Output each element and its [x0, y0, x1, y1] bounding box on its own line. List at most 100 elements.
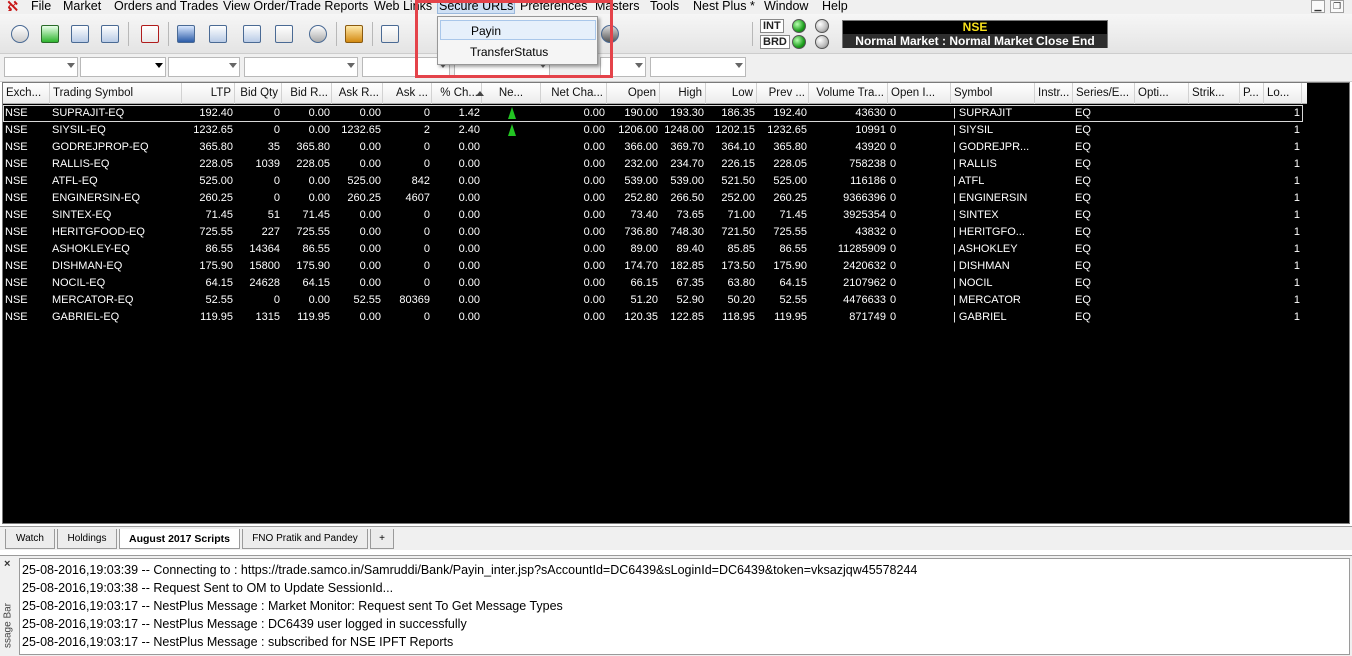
toolbar-notes-icon[interactable] — [342, 22, 366, 46]
column-header[interactable]: Ne... — [482, 83, 541, 104]
table-cell — [1240, 241, 1264, 258]
menu-nest-plus[interactable]: Nest Plus * — [692, 0, 756, 14]
column-header[interactable]: Exch... — [3, 83, 50, 104]
close-icon[interactable]: × — [4, 559, 10, 570]
table-row[interactable]: NSE ASHOKLEY-EQ 86.55 14364 86.55 0.00 0 0.00 0.… — [3, 241, 1303, 258]
menu-preferences[interactable]: Preferences — [519, 0, 588, 14]
toolbar-book-icon[interactable] — [174, 22, 198, 46]
column-header[interactable]: Prev ... — [757, 83, 809, 104]
menu-orders-and-trades[interactable]: Orders and Trades — [113, 0, 219, 14]
table-cell — [1035, 105, 1073, 122]
column-header[interactable]: Open — [607, 83, 660, 104]
column-header[interactable]: Low — [706, 83, 757, 104]
menu-help[interactable]: Help — [821, 0, 849, 14]
toolbar-list-icon[interactable] — [240, 22, 264, 46]
table-cell — [1240, 105, 1264, 122]
table-row[interactable]: NSE SUPRAJIT-EQ 192.40 0 0.00 0.00 0 1.42 0.00 19… — [3, 105, 1303, 122]
table-row[interactable]: NSE MERCATOR-EQ 52.55 0 0.00 52.55 80369 0.00 0.… — [3, 292, 1303, 309]
minimize-button[interactable]: ▁ — [1311, 0, 1325, 13]
menu-file[interactable]: File — [30, 0, 52, 14]
table-row[interactable]: NSE SINTEX-EQ 71.45 51 71.45 0.00 0 0.00 0.00 73.… — [3, 207, 1303, 224]
table-row[interactable]: NSE GABRIEL-EQ 119.95 1315 119.95 0.00 0 0.00 0.… — [3, 309, 1303, 326]
sort-up-icon — [476, 91, 484, 96]
toolbar-user-icon[interactable] — [598, 22, 622, 46]
table-cell: 0.00 — [583, 243, 605, 255]
strike-filter-combo[interactable] — [600, 57, 646, 77]
table-cell: 0 — [890, 158, 897, 170]
table-row[interactable]: NSE NOCIL-EQ 64.15 24628 64.15 0.00 0 0.00 0.00 6… — [3, 275, 1303, 292]
toolbar-report-icon[interactable] — [378, 22, 402, 46]
table-row[interactable]: NSE SIYSIL-EQ 1232.65 0 0.00 1232.65 2 2.40 0.00… — [3, 122, 1303, 139]
column-header[interactable]: LTP — [182, 83, 235, 104]
instrument-filter-combo[interactable] — [80, 57, 166, 77]
column-header[interactable]: P... — [1240, 83, 1264, 104]
column-header[interactable]: Instr... — [1035, 83, 1073, 104]
menu-web-links[interactable]: Web Links — [373, 0, 433, 14]
column-header[interactable]: Series/E... — [1073, 83, 1135, 104]
table-cell — [1189, 275, 1240, 292]
market-filter-combo[interactable] — [650, 57, 746, 77]
column-header[interactable]: Ask ... — [383, 83, 432, 104]
table-cell: 0.00 — [583, 277, 605, 289]
menu-market[interactable]: Market — [62, 0, 102, 14]
column-header[interactable]: Net Cha... — [541, 83, 607, 104]
tab-watch[interactable]: Watch — [5, 529, 55, 549]
menu-masters[interactable]: Masters — [594, 0, 640, 14]
table-row[interactable]: NSE DISHMAN-EQ 175.90 15800 175.90 0.00 0 0.00 0… — [3, 258, 1303, 275]
toolbar-add-icon[interactable] — [38, 22, 62, 46]
column-header[interactable]: Symbol — [951, 83, 1035, 104]
toolbar-check-icon[interactable] — [138, 22, 162, 46]
column-header[interactable]: Opti... — [1135, 83, 1189, 104]
table-cell: 71.45 — [205, 209, 233, 221]
series-filter-combo[interactable] — [244, 57, 358, 77]
table-cell — [1189, 105, 1240, 122]
table-row[interactable]: NSE ENGINERSIN-EQ 260.25 0 0.00 260.25 4607 0.0… — [3, 190, 1303, 207]
toolbar-window-icon[interactable] — [98, 22, 122, 46]
column-header[interactable]: Bid Qty — [235, 83, 282, 104]
table-cell: 0.00 — [458, 260, 480, 272]
column-header[interactable]: Bid R... — [282, 83, 332, 104]
menu-tools[interactable]: Tools — [649, 0, 680, 14]
table-row[interactable]: NSE HERITGFOOD-EQ 725.55 227 725.55 0.00 0 0.00… — [3, 224, 1303, 241]
column-header[interactable]: Ask R... — [332, 83, 383, 104]
toolbar-settings-icon[interactable] — [306, 22, 330, 46]
market-watch-grid[interactable]: Exch... Trading Symbol LTP Bid Qty Bid R... A… — [2, 82, 1350, 524]
table-cell: 0 — [890, 175, 897, 187]
toolbar-window-add-icon[interactable] — [68, 22, 92, 46]
column-header[interactable]: Volume Tra... — [809, 83, 888, 104]
menu-item-transferstatus[interactable]: TransferStatus — [440, 42, 596, 62]
table-row[interactable]: NSE ATFL-EQ 525.00 0 0.00 525.00 842 0.00 0.00 53… — [3, 173, 1303, 190]
restore-button[interactable]: ❐ — [1330, 0, 1344, 13]
table-row[interactable]: NSE GODREJPROP-EQ 365.80 35 365.80 0.00 0 0.00 0… — [3, 139, 1303, 156]
symbol-filter-combo[interactable] — [168, 57, 240, 77]
column-header[interactable]: High — [660, 83, 706, 104]
toolbar-chart-icon[interactable] — [272, 22, 296, 46]
toolbar-grid-icon[interactable] — [206, 22, 230, 46]
column-header[interactable]: Lo... — [1264, 83, 1302, 104]
toolbar-link-icon[interactable] — [8, 22, 32, 46]
table-cell — [1240, 173, 1264, 190]
tab-fno-pratik-and-pandey[interactable]: FNO Pratik and Pandey — [242, 529, 368, 549]
column-header[interactable]: Open I... — [888, 83, 951, 104]
tab-add-button[interactable]: + — [370, 529, 394, 549]
table-cell: 1232.65 — [341, 124, 381, 136]
column-header[interactable]: % Ch... — [432, 83, 482, 104]
table-cell: 182.85 — [670, 260, 704, 272]
table-row[interactable]: NSE RALLIS-EQ 228.05 1039 228.05 0.00 0 0.00 0.0… — [3, 156, 1303, 173]
menu-secure-urls[interactable]: Secure URLs — [437, 0, 516, 14]
column-header[interactable]: Trading Symbol — [50, 83, 182, 104]
tab-august-2017-scripts[interactable]: August 2017 Scripts — [119, 529, 240, 549]
table-cell: | RALLIS — [953, 158, 997, 170]
menu-item-payin[interactable]: Payin — [440, 20, 596, 40]
table-cell: 0.00 — [308, 294, 330, 306]
table-cell: GODREJPROP-EQ — [52, 141, 149, 153]
message-list[interactable]: 25-08-2016,19:03:39 -- Connecting to : h… — [19, 558, 1350, 655]
table-cell: 1.42 — [458, 107, 480, 119]
table-cell: 525.00 — [199, 175, 233, 187]
table-cell: 52.55 — [205, 294, 233, 306]
menu-view-order-trade-reports[interactable]: View Order/Trade Reports — [222, 0, 369, 14]
column-header[interactable]: Strik... — [1189, 83, 1240, 104]
tab-holdings[interactable]: Holdings — [57, 529, 117, 549]
menu-window[interactable]: Window — [763, 0, 809, 14]
exchange-filter-combo[interactable] — [4, 57, 78, 77]
